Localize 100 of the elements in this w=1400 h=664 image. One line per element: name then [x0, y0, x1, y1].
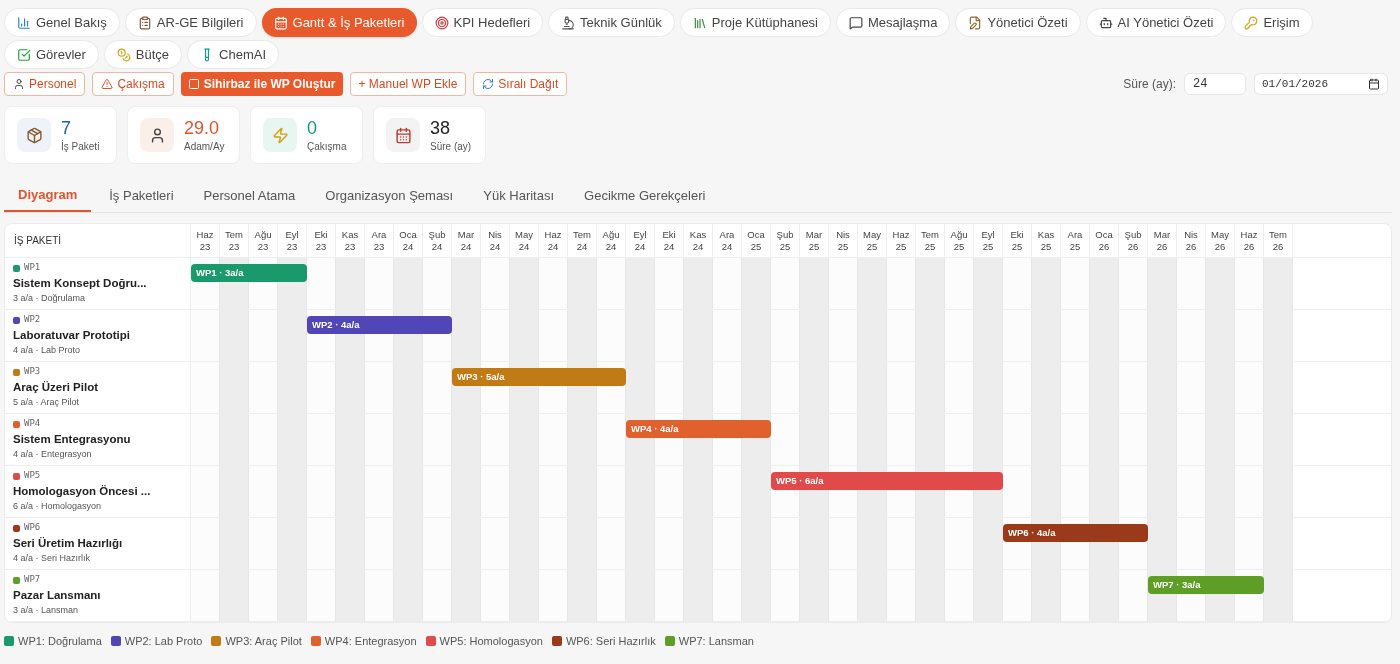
nav-tab[interactable]: Erişim: [1231, 8, 1313, 37]
nav-tab[interactable]: AI Yönetici Özeti: [1085, 8, 1227, 37]
month-header: Kas 23: [336, 224, 365, 257]
legend-label: WP3: Araç Pilot: [225, 634, 302, 649]
stat-value: 0: [307, 116, 318, 139]
sub-tab[interactable]: Organizasyon Şeması: [319, 179, 460, 212]
legend-label: WP4: Entegrasyon: [324, 634, 417, 649]
bar-label: WP5 · 6a/a: [775, 474, 825, 488]
legend-label: WP5: Homologasyon: [439, 634, 543, 649]
nav-tab[interactable]: KPI Hedefleri: [421, 8, 544, 37]
package-meta: 4 a/a · Entegrasyon: [13, 448, 93, 462]
month-header: May 26: [1206, 224, 1235, 257]
month-header: Oca 25: [742, 224, 771, 257]
legend-label: WP6: Seri Hazırlık: [565, 634, 656, 649]
month-header: Eyl 23: [278, 224, 307, 257]
month-header: Tem 26: [1264, 224, 1293, 257]
microscope-icon: [561, 15, 576, 30]
package-code: WP4: [24, 417, 41, 431]
sub-tab[interactable]: İş Paketleri: [103, 179, 180, 212]
month-header: Kas 25: [1032, 224, 1061, 257]
nav-tab[interactable]: Genel Bakış: [4, 8, 120, 37]
target-icon: [434, 15, 449, 30]
action-button[interactable]: Sihirbaz ile WP Oluştur: [180, 72, 343, 96]
package-code: WP7: [24, 573, 41, 587]
month-header: Ara 25: [1061, 224, 1090, 257]
bar-label: WP2 · 4a/a: [311, 318, 361, 332]
package-title: Sistem Konsept Doğru...: [13, 275, 148, 291]
sub-tab[interactable]: Diyagram: [4, 179, 92, 212]
person-icon: [13, 78, 25, 90]
action-button[interactable]: Sıralı Dağıt: [473, 72, 568, 96]
nav-tab[interactable]: Gantt & İş Paketleri: [261, 8, 417, 37]
robot-icon: [1098, 15, 1113, 30]
books-icon: [692, 15, 707, 30]
package-title: Araç Üzeri Pilot: [13, 379, 99, 395]
package-code: WP3: [24, 365, 41, 379]
nav-tab[interactable]: ChemAI: [187, 40, 280, 69]
package-title: Sistem Entegrasyonu: [13, 431, 132, 447]
action-button[interactable]: + Manuel WP Ekle: [349, 72, 467, 96]
bar-label: WP6 · 4a/a: [1007, 526, 1057, 540]
month-header: Mar 24: [452, 224, 481, 257]
package-title: Seri Üretim Hazırlığı: [13, 535, 124, 551]
clipboard-icon: [137, 15, 152, 30]
package-meta: 6 a/a · Homologasyon: [13, 500, 103, 514]
action-button[interactable]: Çakışma: [92, 72, 174, 96]
stat-value: 38: [430, 116, 452, 139]
month-header: Şub 26: [1119, 224, 1148, 257]
calendar-icon: [273, 15, 288, 30]
month-header: Haz 24: [539, 224, 568, 257]
nav-tab[interactable]: Proje Kütüphanesi: [679, 8, 831, 37]
month-header: Tem 23: [220, 224, 249, 257]
month-header: Tem 24: [568, 224, 597, 257]
month-header: Eyl 24: [626, 224, 655, 257]
package-title: Laboratuvar Prototipi: [13, 327, 131, 343]
month-header: Eki 24: [655, 224, 684, 257]
nav-tab[interactable]: AR-GE Bilgileri: [124, 8, 257, 37]
stat-value: 29.0: [184, 116, 221, 139]
month-header: Mar 25: [800, 224, 829, 257]
package-meta: 5 a/a · Araç Pilot: [13, 396, 81, 410]
action-button[interactable]: Personel: [4, 72, 86, 96]
duration-field[interactable]: 24: [1184, 73, 1246, 95]
bar-label: WP4 · 4a/a: [630, 422, 680, 436]
month-header: Nis 26: [1177, 224, 1206, 257]
column-header: İŞ PAKETİ: [14, 233, 62, 248]
month-header: Oca 26: [1090, 224, 1119, 257]
package-code: WP1: [24, 261, 41, 275]
legend-label: WP2: Lab Proto: [124, 634, 203, 649]
chart-icon: [17, 15, 31, 30]
month-header: Eyl 25: [974, 224, 1003, 257]
month-header: Şub 25: [771, 224, 800, 257]
bar-label: WP7 · 3a/a: [1152, 578, 1202, 592]
nav-tab[interactable]: Mesajlaşma: [836, 8, 951, 37]
sub-tab[interactable]: Gecikme Gerekçeleri: [578, 179, 712, 212]
nav-tab[interactable]: Yönetici Özeti: [955, 8, 1081, 37]
nav-tab[interactable]: Teknik Günlük: [548, 8, 675, 37]
package-meta: 3 a/a · Lansman: [13, 604, 80, 618]
sub-tab[interactable]: Yük Haritası: [477, 179, 561, 212]
month-header: Ara 24: [713, 224, 742, 257]
nav-tab[interactable]: Bütçe: [103, 40, 183, 69]
refresh-icon: [482, 78, 495, 90]
note-icon: [968, 15, 983, 30]
package-meta: 4 a/a · Seri Hazırlık: [13, 552, 92, 566]
warning-icon: [101, 78, 114, 90]
package-meta: 4 a/a · Lab Proto: [13, 344, 82, 358]
month-header: Ağu 24: [597, 224, 626, 257]
sub-tab[interactable]: Personel Atama: [197, 179, 302, 212]
legend-label: WP7: Lansman: [678, 634, 754, 649]
package-meta: 3 a/a · Doğrulama: [13, 292, 87, 306]
date-field[interactable]: 01/01/2026: [1254, 73, 1388, 95]
month-header: Oca 24: [394, 224, 423, 257]
duration-label: Süre (ay):: [1123, 76, 1176, 93]
bar-label: WP1 · 3a/a: [195, 266, 245, 280]
legend-label: WP1: Doğrulama: [18, 634, 102, 649]
nav-tab[interactable]: Görevler: [4, 40, 99, 69]
package-title: Homologasyon Öncesi ...: [13, 483, 152, 499]
stat-label: Adam/Ay: [184, 139, 225, 154]
package-code: WP5: [24, 469, 41, 483]
stat-label: Süre (ay): [430, 139, 472, 154]
package-code: WP6: [24, 521, 41, 535]
month-header: Haz 23: [191, 224, 220, 257]
month-header: Nis 24: [481, 224, 510, 257]
